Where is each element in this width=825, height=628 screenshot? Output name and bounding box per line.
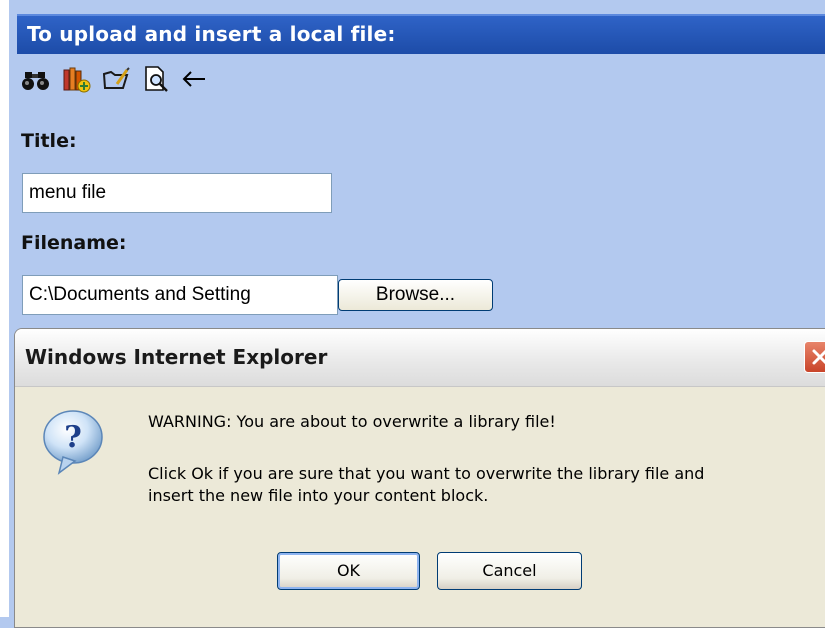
svg-text:?: ? xyxy=(64,420,82,455)
dialog-titlebar: Windows Internet Explorer xyxy=(15,329,825,387)
header-bar: To upload and insert a local file: xyxy=(17,14,825,54)
header-title: To upload and insert a local file: xyxy=(27,22,396,46)
ie-dialog: Windows Internet Explorer ? WARNING: You… xyxy=(14,328,825,628)
preview-document-icon[interactable] xyxy=(141,64,171,94)
filename-input[interactable]: C:\Documents and Setting xyxy=(22,275,338,315)
message-line-2: insert the new file into your content bl… xyxy=(148,486,489,505)
library-books-icon[interactable] xyxy=(61,64,91,94)
back-arrow-icon[interactable] xyxy=(179,64,209,94)
title-input[interactable]: menu file xyxy=(22,173,332,213)
edit-folder-icon[interactable] xyxy=(101,64,131,94)
browse-button[interactable]: Browse... xyxy=(338,279,493,311)
question-icon: ? xyxy=(43,410,103,475)
toolbar xyxy=(21,60,261,100)
binoculars-icon[interactable] xyxy=(21,64,51,94)
warning-text: WARNING: You are about to overwrite a li… xyxy=(148,412,556,431)
left-margin xyxy=(0,0,9,617)
dialog-title: Windows Internet Explorer xyxy=(25,345,328,369)
cancel-button[interactable]: Cancel xyxy=(437,552,582,590)
filename-label: Filename: xyxy=(21,232,127,254)
close-button[interactable] xyxy=(804,341,825,373)
dialog-body: ? WARNING: You are about to overwrite a … xyxy=(15,387,825,627)
title-label: Title: xyxy=(21,130,77,152)
close-icon xyxy=(812,349,825,365)
ok-button[interactable]: OK xyxy=(277,552,420,590)
message-line-1: Click Ok if you are sure that you want t… xyxy=(148,464,705,483)
